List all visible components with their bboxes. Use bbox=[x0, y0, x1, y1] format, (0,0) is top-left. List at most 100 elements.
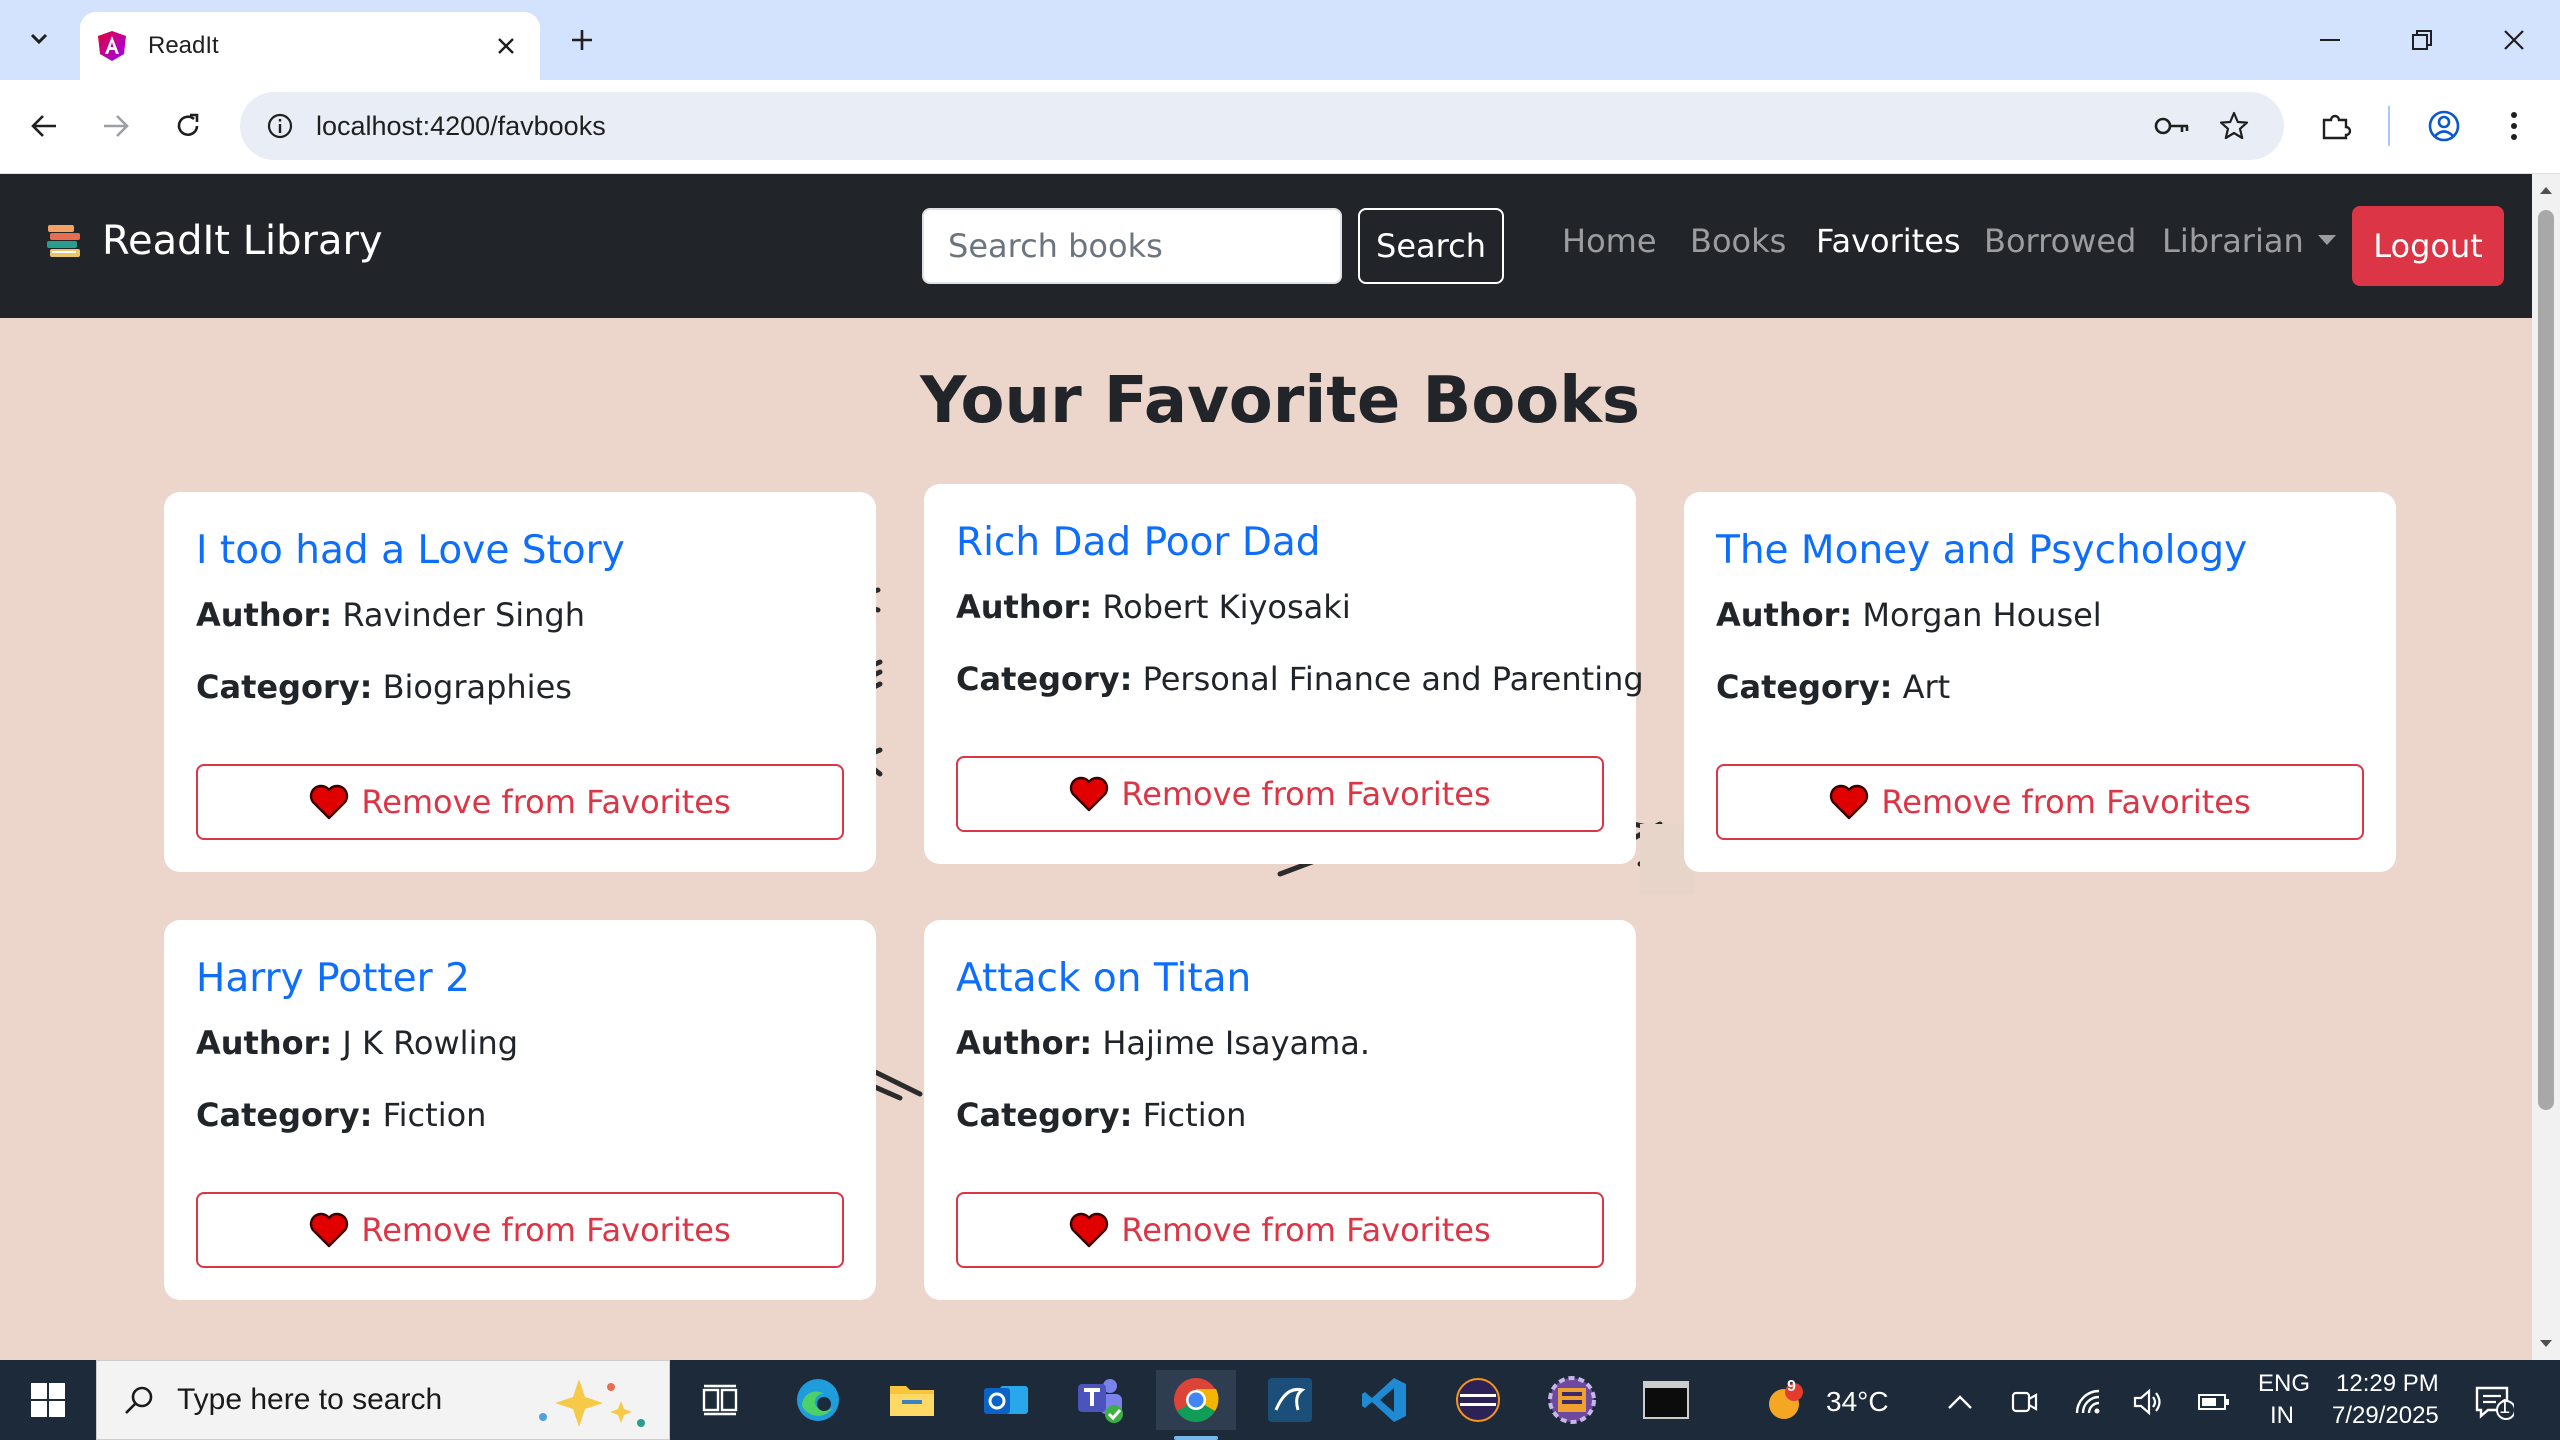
clock-date[interactable]: 7/29/2025 bbox=[2332, 1402, 2439, 1430]
taskbar-vscode[interactable] bbox=[1344, 1370, 1424, 1430]
restore-button[interactable] bbox=[2400, 18, 2444, 62]
search-button[interactable]: Search bbox=[1358, 208, 1504, 284]
scroll-down-arrow-icon[interactable] bbox=[2538, 1336, 2554, 1352]
remove-from-favorites-button[interactable]: Remove from Favorites bbox=[956, 756, 1604, 832]
taskbar-eclipse[interactable] bbox=[1438, 1370, 1518, 1430]
book-category: Category: Personal Finance and Parenting bbox=[956, 660, 1644, 698]
address-bar-url[interactable]: localhost:4200/favbooks bbox=[316, 111, 606, 142]
author-label: Author: bbox=[196, 1024, 333, 1062]
scroll-up-arrow-icon[interactable] bbox=[2538, 182, 2554, 198]
start-button[interactable] bbox=[18, 1374, 78, 1426]
battery-icon[interactable] bbox=[2196, 1384, 2232, 1420]
category-label: Category: bbox=[1716, 668, 1893, 706]
brand-link[interactable]: ReadIt Library bbox=[44, 218, 383, 264]
arrow-right-icon bbox=[104, 115, 129, 137]
heart-icon bbox=[310, 1212, 349, 1248]
nav-dropdown-librarian[interactable]: Librarian bbox=[2162, 222, 2336, 260]
show-hidden-icons-chevron-icon[interactable] bbox=[1942, 1384, 1978, 1420]
reload-button[interactable] bbox=[164, 102, 212, 150]
category-label: Category: bbox=[956, 1096, 1133, 1134]
taskbar-file-explorer[interactable] bbox=[872, 1370, 952, 1430]
page-scrollbar[interactable] bbox=[2532, 174, 2560, 1360]
bookmark-star-icon[interactable] bbox=[2210, 102, 2258, 150]
new-tab-button[interactable] bbox=[562, 20, 602, 60]
book-author: Author: J K Rowling bbox=[196, 1024, 844, 1062]
task-view-button[interactable] bbox=[680, 1370, 760, 1430]
weather-temperature[interactable]: 34°C bbox=[1826, 1386, 1889, 1418]
address-bar[interactable]: localhost:4200/favbooks bbox=[240, 92, 2284, 160]
tab-search-button[interactable] bbox=[14, 14, 64, 64]
tab-close-button[interactable] bbox=[492, 32, 520, 60]
remove-from-favorites-button[interactable]: Remove from Favorites bbox=[956, 1192, 1604, 1268]
meet-now-icon[interactable] bbox=[2006, 1384, 2042, 1420]
chevron-down-icon bbox=[30, 33, 48, 45]
search-icon bbox=[125, 1386, 153, 1414]
active-app-indicator bbox=[1174, 1436, 1218, 1440]
scrollbar-thumb[interactable] bbox=[2538, 210, 2554, 1110]
search-highlight-sparkle-icon bbox=[539, 1379, 645, 1427]
minimize-button[interactable] bbox=[2308, 18, 2352, 62]
taskbar-terminal[interactable] bbox=[1626, 1370, 1706, 1430]
profile-button[interactable] bbox=[2420, 102, 2468, 150]
taskbar-java-ee-ide[interactable] bbox=[1532, 1370, 1612, 1430]
input-language[interactable]: ENG bbox=[2258, 1370, 2310, 1398]
book-category: Category: Fiction bbox=[956, 1096, 1604, 1134]
remove-label: Remove from Favorites bbox=[1121, 1211, 1491, 1249]
taskbar-search-box[interactable]: Type here to search bbox=[96, 1360, 670, 1440]
heart-icon bbox=[1070, 1212, 1109, 1248]
search-books-input[interactable] bbox=[922, 208, 1342, 284]
book-category: Category: Art bbox=[1716, 668, 2364, 706]
close-window-button[interactable] bbox=[2492, 18, 2536, 62]
category-value: Fiction bbox=[1142, 1096, 1247, 1134]
volume-icon[interactable] bbox=[2130, 1384, 2166, 1420]
site-info-icon[interactable] bbox=[262, 108, 298, 144]
book-author: Author: Robert Kiyosaki bbox=[956, 588, 1604, 626]
close-icon bbox=[2504, 30, 2524, 50]
nav-link-home[interactable]: Home bbox=[1562, 222, 1657, 260]
extensions-button[interactable] bbox=[2312, 102, 2360, 150]
author-label: Author: bbox=[956, 1024, 1093, 1062]
category-label: Category: bbox=[196, 668, 373, 706]
heart-icon bbox=[1830, 784, 1869, 820]
category-value: Art bbox=[1902, 668, 1951, 706]
restore-icon bbox=[2412, 30, 2432, 50]
taskbar-chrome[interactable] bbox=[1156, 1370, 1236, 1440]
forward-button[interactable] bbox=[92, 102, 140, 150]
taskbar-outlook[interactable] bbox=[966, 1370, 1046, 1430]
nav-link-borrowed[interactable]: Borrowed bbox=[1984, 222, 2136, 260]
wifi-icon[interactable] bbox=[2070, 1384, 2106, 1420]
author-value: Ravinder Singh bbox=[342, 596, 586, 634]
password-key-icon[interactable] bbox=[2148, 102, 2196, 150]
input-region[interactable]: IN bbox=[2270, 1402, 2294, 1430]
remove-from-favorites-button[interactable]: Remove from Favorites bbox=[196, 764, 844, 840]
back-button[interactable] bbox=[20, 102, 68, 150]
book-category: Category: Biographies bbox=[196, 668, 844, 706]
taskbar-mysql-workbench[interactable] bbox=[1250, 1370, 1330, 1430]
author-label: Author: bbox=[1716, 596, 1853, 634]
remove-from-favorites-button[interactable]: Remove from Favorites bbox=[196, 1192, 844, 1268]
eclipse-icon bbox=[1456, 1378, 1500, 1422]
clock-time[interactable]: 12:29 PM bbox=[2336, 1370, 2439, 1398]
logout-button[interactable]: Logout bbox=[2352, 206, 2504, 286]
weather-icon[interactable] bbox=[1764, 1380, 1808, 1424]
taskbar-edge[interactable] bbox=[778, 1370, 858, 1430]
remove-label: Remove from Favorites bbox=[361, 1211, 731, 1249]
browser-tab-active[interactable]: ReadIt bbox=[80, 12, 540, 80]
task-view-icon bbox=[702, 1384, 738, 1416]
book-title[interactable]: Attack on Titan bbox=[956, 954, 1604, 1004]
book-title[interactable]: I too had a Love Story bbox=[196, 526, 844, 576]
tab-title: ReadIt bbox=[148, 32, 219, 59]
browser-menu-button[interactable] bbox=[2490, 102, 2538, 150]
taskbar-teams[interactable] bbox=[1060, 1370, 1140, 1430]
book-title[interactable]: Rich Dad Poor Dad bbox=[956, 518, 1604, 568]
book-card: Attack on Titan Author: Hajime Isayama. … bbox=[924, 920, 1636, 1300]
close-icon bbox=[498, 38, 514, 54]
book-card: The Money and Psychology Author: Morgan … bbox=[1684, 492, 2396, 872]
book-title[interactable]: The Money and Psychology bbox=[1716, 526, 2364, 576]
page-viewport: ReadIt Library Search Home Books Favorit… bbox=[0, 174, 2532, 1360]
nav-link-favorites[interactable]: Favorites bbox=[1816, 222, 1961, 260]
nav-link-books[interactable]: Books bbox=[1690, 222, 1786, 260]
folder-icon bbox=[890, 1386, 934, 1416]
remove-from-favorites-button[interactable]: Remove from Favorites bbox=[1716, 764, 2364, 840]
book-title[interactable]: Harry Potter 2 bbox=[196, 954, 844, 1004]
